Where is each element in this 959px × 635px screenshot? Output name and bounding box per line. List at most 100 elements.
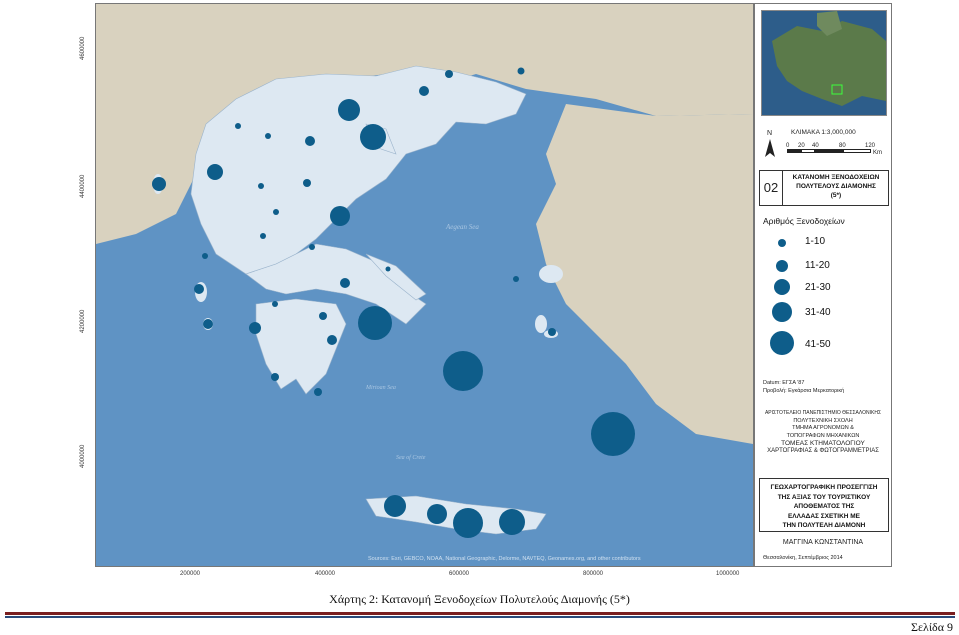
thesis-title: ΓΕΩΧΑΡΤΟΓΡΑΦΙΚΗ ΠΡΟΣΕΓΓΙΣΗ ΤΗΣ ΑΞΙΑΣ ΤΟΥ… xyxy=(762,483,886,531)
map-title-line-3: (5*) xyxy=(830,192,842,199)
thesis-line-4: ΕΛΛΑΔΑΣ ΣΧΕΤΙΚΗ ΜΕ xyxy=(787,512,861,520)
legend-circle-4 xyxy=(772,302,792,322)
legend-row-1: 1-10 xyxy=(755,232,891,256)
page-number: Σελίδα 9 xyxy=(910,620,953,634)
footer-rule-blue xyxy=(5,616,955,618)
bubble-kerkyra xyxy=(152,177,166,191)
bubble-chania xyxy=(384,495,406,517)
bubble-samos xyxy=(548,328,556,336)
bubble-florina xyxy=(235,123,241,129)
x-tick-2: 400000 xyxy=(315,571,336,577)
legend-label-3: 21-30 xyxy=(805,282,831,293)
bubble-korinthia xyxy=(319,312,327,320)
legend-circle-5 xyxy=(770,331,794,355)
inset-canvas xyxy=(772,11,886,106)
scale-title: ΚΛΙΜΑΚΑ 1:3,000,000 xyxy=(791,129,856,136)
bubble-kefalonia xyxy=(194,284,204,294)
place-date: Θεσσαλονίκη, Σεπτέμβριος 2014 xyxy=(763,555,843,561)
bubble-rodopi-area xyxy=(445,70,453,78)
legend-label-2: 11-20 xyxy=(805,260,830,271)
sea-label-aegean: Aegean Sea xyxy=(445,223,479,231)
bubble-rethymno xyxy=(427,504,447,524)
institution-line-3: ΤΜΗΜΑ ΑΓΡΟΝΟΜΩΝ & xyxy=(792,425,854,431)
bubble-lasithi xyxy=(499,509,525,535)
thesis-title-box: ΓΕΩΧΑΡΤΟΓΡΑΦΙΚΗ ΠΡΟΣΕΓΓΙΣΗ ΤΗΣ ΑΞΙΑΣ ΤΟΥ… xyxy=(759,478,889,532)
map-title: ΚΑΤΑΝΟΜΗ ΞΕΝΟΔΟΧΕΙΩΝ ΠΟΛΥΤΕΛΟΥΣ ΔΙΑΜΟΝΗΣ… xyxy=(784,173,888,200)
bubble-ilia xyxy=(249,322,261,334)
legend-label-5: 41-50 xyxy=(805,339,831,350)
institution-line-1: ΑΡΙΣΤΟΤΕΛΕΙΟ ΠΑΝΕΠΙΣΤΗΜΙΟ ΘΕΣΣΑΛΟΝΙΚΗΣ xyxy=(764,410,882,416)
bubble-lakonia xyxy=(314,388,322,396)
x-tick-3: 600000 xyxy=(449,571,470,577)
scale-tick-20: 20 xyxy=(798,143,805,149)
land-peloponnese xyxy=(255,298,347,395)
bubble-kozani xyxy=(265,133,271,139)
bubble-grevena xyxy=(258,183,264,189)
map-title-box: 02 ΚΑΤΑΝΟΜΗ ΞΕΝΟΔΟΧΕΙΩΝ ΠΟΛΥΤΕΛΟΥΣ ΔΙΑΜΟ… xyxy=(759,170,889,206)
institution-line-4: ΤΟΠΟΓΡΑΦΩΝ ΜΗΧΑΝΙΚΩΝ xyxy=(786,432,860,439)
island-chios xyxy=(535,315,547,333)
north-arrow-label: N xyxy=(767,130,773,137)
bubble-achaia xyxy=(272,301,278,307)
institution-line-2: ΠΟΛΥΤΕΧΝΙΚΗ ΣΧΟΛΗ xyxy=(793,417,853,424)
y-tick-3: 4200000 xyxy=(80,309,86,333)
y-tick-4: 4000000 xyxy=(80,444,86,468)
map-title-line-2: ΠΟΛΥΤΕΛΟΥΣ ΔΙΑΜΟΝΗΣ xyxy=(796,183,876,190)
bubble-cyclades xyxy=(443,351,483,391)
y-tick-2: 4400000 xyxy=(80,174,86,198)
map-frame[interactable]: Aegean Sea Mirtoan Sea Sea of Crete Sour… xyxy=(95,3,754,567)
y-tick-1: 4600000 xyxy=(80,36,86,60)
scale-tick-40: 40 xyxy=(812,143,819,149)
legend-label-4: 31-40 xyxy=(805,307,831,318)
bubble-ioannina xyxy=(207,164,223,180)
land-turkey xyxy=(536,104,753,444)
scale-tick-0: 0 xyxy=(786,143,790,149)
thesis-line-1: ΓΕΩΧΑΡΤΟΓΡΑΦΙΚΗ ΠΡΟΣΕΓΓΙΣΗ xyxy=(770,484,878,491)
map-number: 02 xyxy=(760,171,783,205)
bubble-pella xyxy=(305,136,315,146)
bubble-heraklion xyxy=(453,508,483,538)
sea-label-crete: Sea of Crete xyxy=(396,454,426,461)
projection-text: Προβολή: Εγκάρσια Μερκατορική xyxy=(763,388,845,394)
map-credits: Sources: Esri, GEBCO, NOAA, National Geo… xyxy=(368,556,641,562)
bubble-trikala xyxy=(273,209,279,215)
legend-circle-3 xyxy=(774,279,790,295)
thesis-line-2: ΤΗΣ ΑΞΙΑΣ ΤΟΥ ΤΟΥΡΙΣΤΙΚΟΥ xyxy=(777,493,871,501)
map-canvas: Aegean Sea Mirtoan Sea Sea of Crete xyxy=(96,4,753,538)
legend-row-5: 41-50 xyxy=(755,331,891,355)
bubble-chalkidiki xyxy=(360,124,386,150)
island-lesvos xyxy=(539,265,563,283)
legend-label-1: 1-10 xyxy=(805,236,826,247)
legend-circle-2 xyxy=(776,260,788,272)
bubble-fthiotida xyxy=(309,244,315,250)
scale-unit: Km xyxy=(873,150,882,156)
bubble-zakynthos xyxy=(203,319,213,329)
bubble-lefkada xyxy=(202,253,208,259)
bubble-karditsa xyxy=(260,233,266,239)
land-greece-north xyxy=(190,65,527,275)
footer-rule-red xyxy=(5,612,955,615)
bubble-thessaloniki xyxy=(338,99,360,121)
legend-row-3: 21-30 xyxy=(755,279,891,303)
bubble-larisa xyxy=(303,179,311,187)
thesis-line-5: ΤΗΝ ΠΟΛΥΤΕΛΗ ΔΙΑΜΟΝΗ xyxy=(782,522,866,529)
map-title-line-1: ΚΑΤΑΝΟΜΗ ΞΕΝΟΔΟΧΕΙΩΝ xyxy=(792,174,880,181)
scale-tick-120: 120 xyxy=(865,143,876,149)
bubble-attica xyxy=(358,306,392,340)
inset-europe-map xyxy=(761,10,887,116)
sea-label-mirtoan: Mirtoan Sea xyxy=(365,385,396,391)
legend-title: Αριθμός Ξενοδοχείων xyxy=(763,216,845,226)
legend-row-4: 31-40 xyxy=(755,302,891,326)
x-tick-4: 800000 xyxy=(583,571,604,577)
north-arrow-icon xyxy=(765,139,775,157)
legend-row-2: 11-20 xyxy=(755,256,891,280)
datum-text: Datum: ΕΓΣΑ '87 xyxy=(763,380,805,386)
thesis-line-3: ΑΠΟΘΕΜΑΤΟΣ ΤΗΣ xyxy=(793,503,855,510)
bubble-magnesia xyxy=(330,206,350,226)
scale-bar xyxy=(787,149,871,153)
institution-block: ΑΡΙΣΤΟΤΕΛΕΙΟ ΠΑΝΕΠΙΣΤΗΜΙΟ ΘΕΣΣΑΛΟΝΙΚΗΣ Π… xyxy=(755,410,891,455)
bubble-skiathos xyxy=(385,266,391,272)
author-name: ΜΑΓΓΙΝΑ ΚΩΝΣΤΑΝΤΙΝΑ xyxy=(782,539,864,546)
institution-line-5: ΤΟΜΕΑΣ ΚΤΗΜΑΤΟΛΟΓΙΟΥ xyxy=(781,440,865,447)
scale-tick-80: 80 xyxy=(839,143,846,149)
